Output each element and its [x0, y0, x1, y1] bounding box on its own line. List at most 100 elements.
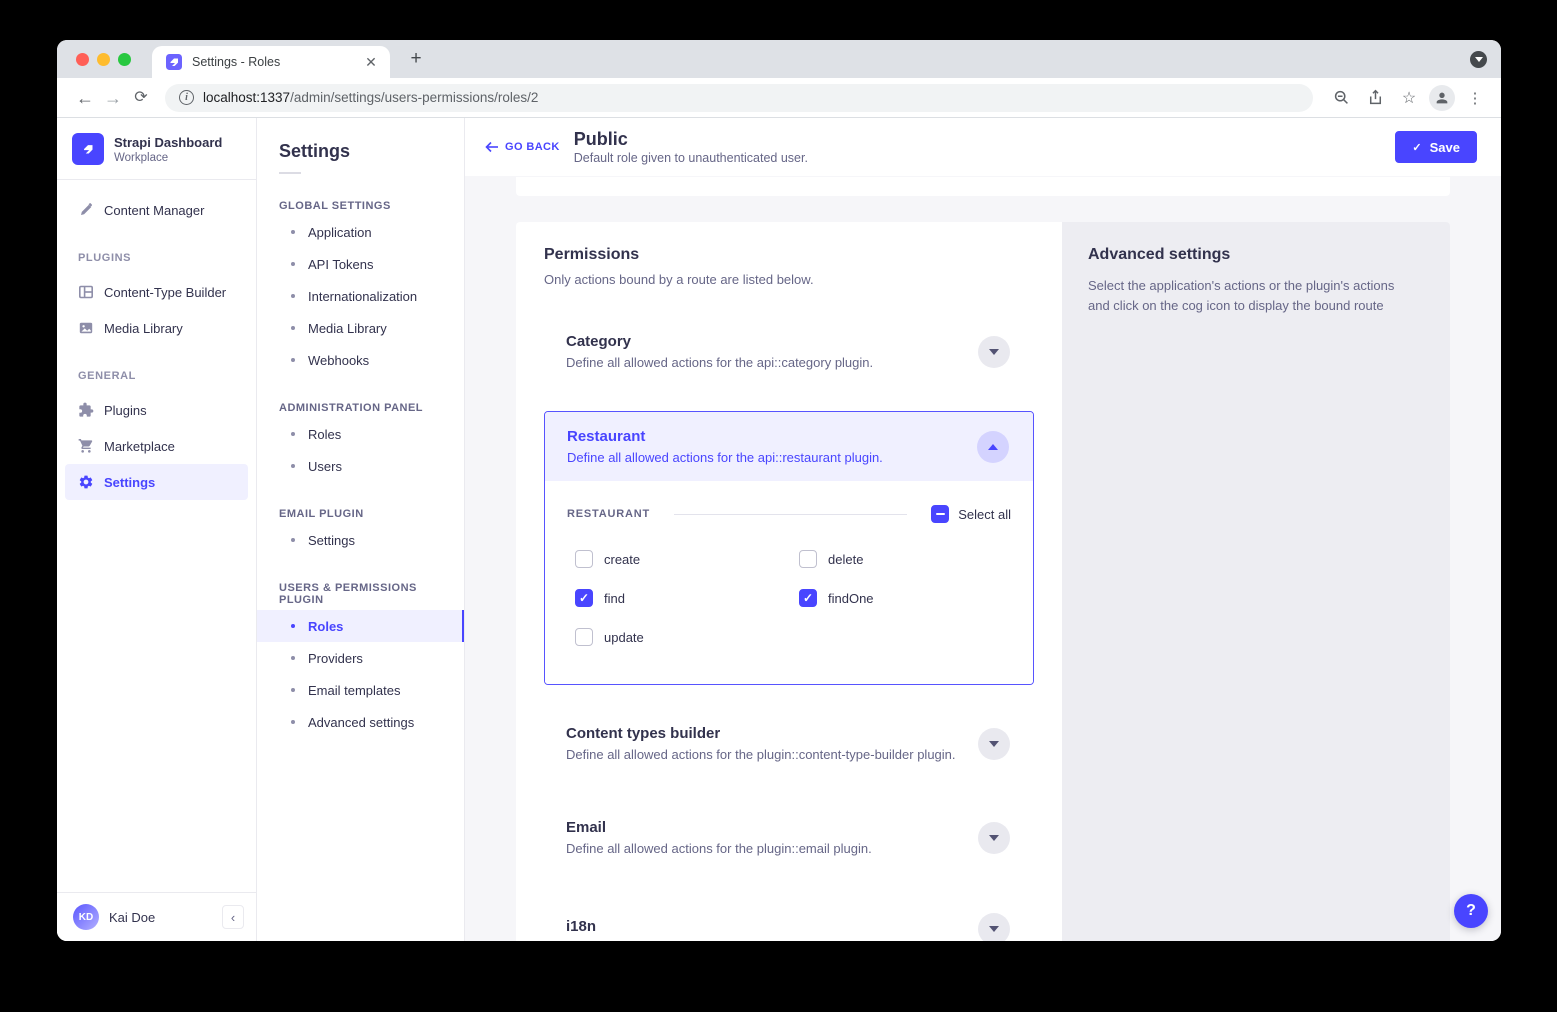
bullet-icon [291, 358, 295, 362]
collapse-sidebar-button[interactable]: ‹ [222, 905, 244, 929]
bullet-icon [291, 464, 295, 468]
permission-actions-grid: create delete find [575, 550, 1011, 646]
zoom-out-icon[interactable] [1327, 84, 1355, 112]
section-name: Restaurant [567, 428, 883, 445]
select-all-control[interactable]: Select all [931, 505, 1011, 523]
subnav-item-label: Advanced settings [308, 715, 414, 730]
chevron-up-icon [988, 444, 998, 450]
permission-checkbox-findone[interactable]: findOne [799, 589, 1011, 607]
site-info-icon[interactable]: i [179, 90, 194, 105]
close-window-button[interactable] [76, 53, 89, 66]
chevron-down-icon [1475, 57, 1483, 62]
chevron-down-icon [989, 349, 999, 355]
subnav-item-up-roles[interactable]: Roles [257, 610, 464, 642]
url-text: localhost:1337/admin/settings/users-perm… [203, 90, 538, 105]
url-path: /admin/settings/users-permissions/roles/… [290, 90, 538, 105]
share-icon[interactable] [1361, 84, 1389, 112]
user-profile[interactable]: KD Kai Doe ‹ [57, 892, 256, 941]
permissions-card: Permissions Only actions bound by a rout… [516, 222, 1450, 941]
save-label: Save [1430, 140, 1460, 155]
sidebar-item-plugins[interactable]: Plugins [65, 392, 248, 428]
permission-section-i18n[interactable]: i18n [544, 897, 1034, 941]
chevron-down-icon [989, 741, 999, 747]
checkbox-icon[interactable] [799, 550, 817, 568]
sidebar-item-content-type-builder[interactable]: Content-Type Builder [65, 274, 248, 310]
subnav-item-providers[interactable]: Providers [257, 642, 464, 674]
help-button[interactable]: ? [1454, 894, 1488, 928]
permission-section-restaurant: Restaurant Define all allowed actions fo… [544, 411, 1034, 685]
address-bar[interactable]: i localhost:1337/admin/settings/users-pe… [165, 84, 1313, 112]
sidebar-item-label: Content Manager [104, 203, 204, 218]
workspace-switcher[interactable]: Strapi Dashboard Workplace [57, 118, 256, 179]
minimize-window-button[interactable] [97, 53, 110, 66]
section-name: i18n [566, 918, 596, 935]
scroll-content[interactable]: Permissions Only actions bound by a rout… [465, 176, 1501, 941]
restaurant-section-body: RESTAURANT Select all [545, 481, 1033, 684]
expand-content-types-builder-button[interactable] [978, 728, 1010, 760]
permission-checkbox-update[interactable]: update [575, 628, 799, 646]
bookmark-star-icon[interactable]: ☆ [1395, 84, 1423, 112]
collapse-restaurant-button[interactable] [977, 431, 1009, 463]
browser-profile-avatar[interactable] [1429, 85, 1455, 111]
subnav-item-label: Internationalization [308, 289, 417, 304]
subnav-section-global-settings: GLOBAL SETTINGS [279, 200, 464, 212]
sidebar-item-marketplace[interactable]: Marketplace [65, 428, 248, 464]
forward-button[interactable]: → [99, 84, 127, 112]
subnav-item-api-tokens[interactable]: API Tokens [257, 248, 464, 280]
reload-button[interactable]: ⟳ [127, 84, 155, 112]
sidebar-item-content-manager[interactable]: Content Manager [65, 192, 248, 228]
subnav-item-admin-users[interactable]: Users [257, 450, 464, 482]
permission-section-category[interactable]: Category Define all allowed actions for … [544, 317, 1034, 386]
sidebar-item-label: Media Library [104, 321, 183, 336]
tab-strip: Settings - Roles ✕ + [57, 40, 1501, 78]
tab-search-button[interactable] [1470, 51, 1487, 68]
browser-menu-icon[interactable]: ⋮ [1461, 84, 1489, 112]
permission-checkbox-find[interactable]: find [575, 589, 799, 607]
permission-section-email[interactable]: Email Define all allowed actions for the… [544, 803, 1034, 872]
section-description: Define all allowed actions for the plugi… [566, 841, 872, 856]
subnav-item-label: Roles [308, 427, 341, 442]
permissions-title: Permissions [544, 246, 1034, 264]
check-icon: ✓ [1412, 141, 1421, 154]
checkbox-icon[interactable] [575, 628, 593, 646]
tab-close-icon[interactable]: ✕ [362, 53, 380, 71]
new-tab-button[interactable]: + [404, 48, 428, 72]
subnav-item-email-templates[interactable]: Email templates [257, 674, 464, 706]
sidebar-item-settings[interactable]: Settings [65, 464, 248, 500]
advanced-settings-title: Advanced settings [1088, 246, 1424, 264]
zoom-window-button[interactable] [118, 53, 131, 66]
subnav-item-admin-roles[interactable]: Roles [257, 418, 464, 450]
expand-email-button[interactable] [978, 822, 1010, 854]
browser-tab[interactable]: Settings - Roles ✕ [152, 46, 390, 78]
subnav-item-media-library[interactable]: Media Library [257, 312, 464, 344]
expand-category-button[interactable] [978, 336, 1010, 368]
sidebar-item-label: Plugins [104, 403, 147, 418]
checkbox-icon[interactable] [575, 550, 593, 568]
advanced-settings-description: Select the application's actions or the … [1088, 276, 1418, 315]
save-button[interactable]: ✓ Save [1395, 131, 1477, 163]
subnav-item-webhooks[interactable]: Webhooks [257, 344, 464, 376]
subnav-item-email-settings[interactable]: Settings [257, 524, 464, 556]
checkbox-icon[interactable] [799, 589, 817, 607]
permissions-subtitle: Only actions bound by a route are listed… [544, 272, 1034, 287]
bullet-icon [291, 294, 295, 298]
permission-checkbox-create[interactable]: create [575, 550, 799, 568]
permission-section-content-types-builder[interactable]: Content types builder Define all allowed… [544, 709, 1034, 778]
permission-checkbox-delete[interactable]: delete [799, 550, 1011, 568]
restaurant-group-label: RESTAURANT [567, 508, 650, 520]
sidebar-item-label: Settings [104, 475, 155, 490]
select-all-checkbox[interactable] [931, 505, 949, 523]
cart-icon [78, 438, 94, 454]
checkbox-icon[interactable] [575, 589, 593, 607]
sidebar-item-media-library[interactable]: Media Library [65, 310, 248, 346]
subnav-item-internationalization[interactable]: Internationalization [257, 280, 464, 312]
expand-i18n-button[interactable] [978, 913, 1010, 941]
pencil-icon [78, 202, 94, 218]
subnav-item-advanced-settings[interactable]: Advanced settings [257, 706, 464, 738]
back-button[interactable]: ← [71, 84, 99, 112]
permissions-panel: Permissions Only actions bound by a rout… [516, 222, 1062, 941]
go-back-link[interactable]: GO BACK [485, 141, 560, 153]
restaurant-section-header[interactable]: Restaurant Define all allowed actions fo… [545, 412, 1033, 481]
sidebar-section-general: GENERAL [78, 370, 256, 382]
subnav-item-application[interactable]: Application [257, 216, 464, 248]
